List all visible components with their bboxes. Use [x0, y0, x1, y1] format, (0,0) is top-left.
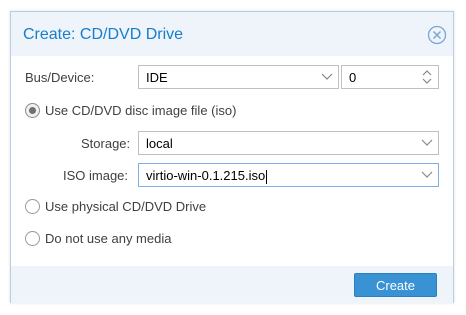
dialog-title: Create: CD/DVD Drive [23, 26, 184, 43]
storage-label: Storage: [81, 136, 131, 151]
dialog-body: Bus/Device: IDE 0 Use CD/DVD disc image … [11, 56, 453, 266]
text-caret [266, 169, 268, 184]
radio-checked-icon[interactable] [25, 103, 40, 118]
radio-unchecked-icon[interactable] [25, 199, 40, 214]
iso-image-label: ISO image: [63, 168, 129, 183]
bus-device-label: Bus/Device: [25, 70, 95, 85]
dialog-footer: Create [11, 266, 453, 303]
physical-drive-radio[interactable]: Use physical CD/DVD Drive [25, 199, 206, 214]
iso-image-value: virtio-win-0.1.215.iso [146, 168, 266, 183]
iso-option-radio[interactable]: Use CD/DVD disc image file (iso) [25, 103, 236, 118]
chevron-down-icon[interactable] [416, 164, 438, 186]
physical-drive-label: Use physical CD/DVD Drive [45, 199, 207, 214]
iso-image-select[interactable]: virtio-win-0.1.215.iso [138, 163, 439, 187]
storage-select-value: local [146, 136, 173, 151]
dialog-header: Create: CD/DVD Drive [11, 12, 453, 56]
create-button[interactable]: Create [354, 273, 437, 297]
create-cd-dvd-dialog: Create: CD/DVD Drive Bus/Device: IDE 0 U… [10, 11, 454, 303]
iso-image-value-wrap: virtio-win-0.1.215.iso [146, 168, 268, 184]
no-media-radio[interactable]: Do not use any media [25, 231, 171, 246]
bus-select[interactable]: IDE [138, 65, 339, 89]
no-media-label: Do not use any media [45, 231, 172, 246]
chevron-down-icon[interactable] [316, 66, 338, 88]
radio-unchecked-icon[interactable] [25, 231, 40, 246]
iso-option-label: Use CD/DVD disc image file (iso) [45, 103, 237, 118]
close-icon[interactable] [427, 25, 447, 45]
bus-select-value: IDE [146, 70, 168, 85]
device-number-spinner[interactable]: 0 [341, 65, 439, 89]
storage-select[interactable]: local [138, 131, 439, 155]
device-number-value: 0 [349, 70, 357, 85]
spinner-arrows-icon[interactable] [416, 66, 438, 88]
chevron-down-icon[interactable] [416, 132, 438, 154]
